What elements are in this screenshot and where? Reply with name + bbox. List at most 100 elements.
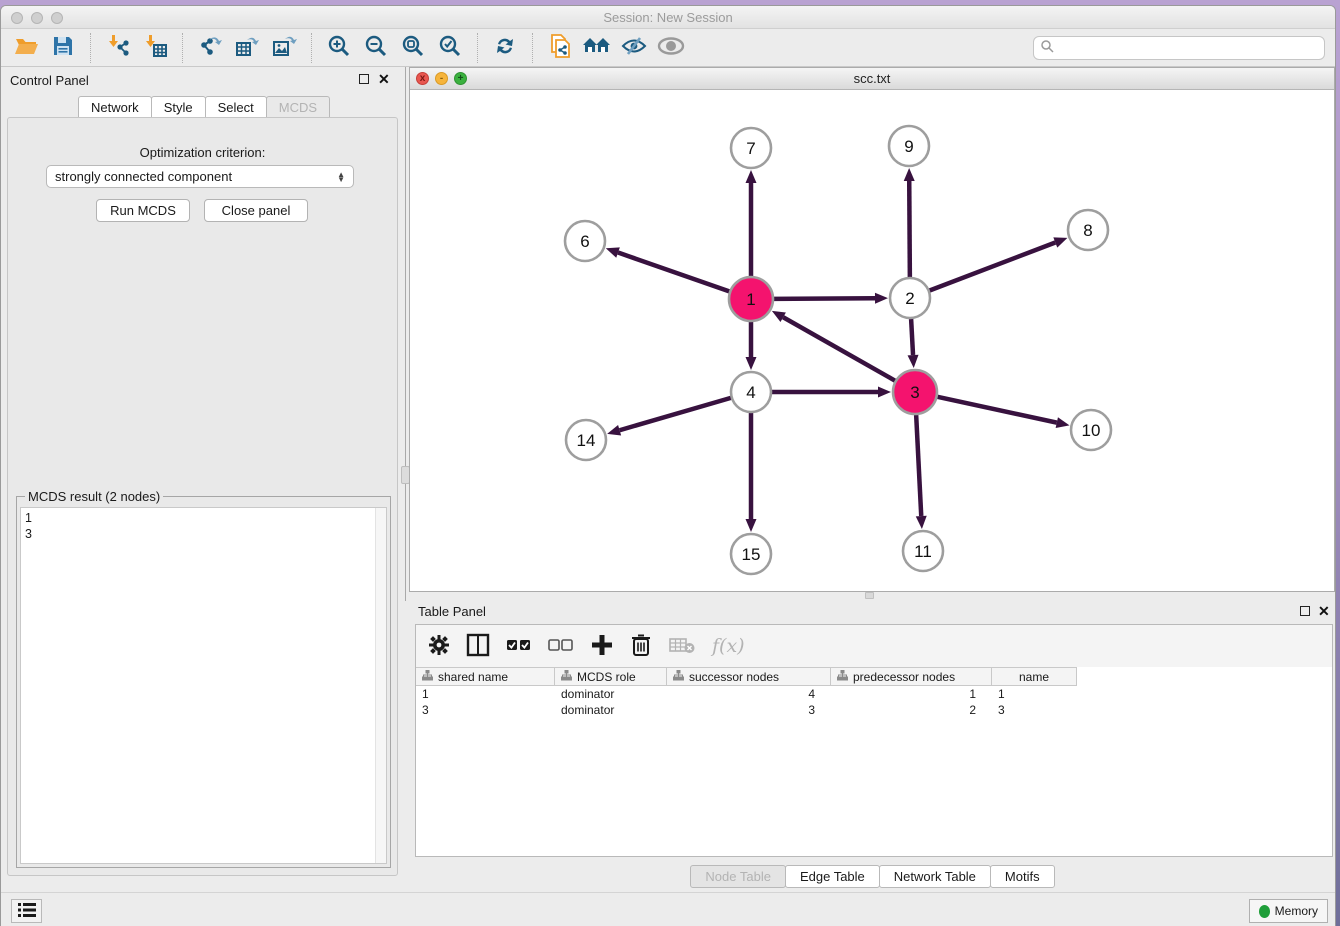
export-network-button[interactable] <box>195 33 225 63</box>
birds-eye-view-button[interactable] <box>656 33 686 63</box>
column-header-shared-name[interactable]: shared name <box>416 668 555 685</box>
tab-motifs[interactable]: Motifs <box>990 865 1055 888</box>
network-frame: x - + scc.txt 7968124314101511 <box>409 67 1335 592</box>
show-all-networks-button[interactable] <box>582 33 612 63</box>
toolbar-separator <box>477 33 478 63</box>
table-cell[interactable]: 1 <box>992 687 1077 703</box>
export-image-button[interactable] <box>269 33 299 63</box>
table-cell[interactable]: 3 <box>416 703 555 719</box>
tab-style[interactable]: Style <box>151 96 206 118</box>
zoom-selected-icon <box>437 33 463 62</box>
graph-node-label: 10 <box>1082 421 1101 440</box>
result-scrollbar[interactable] <box>375 508 386 863</box>
graph-node-label: 1 <box>746 290 755 309</box>
table-cell[interactable]: 1 <box>416 687 555 703</box>
table-cell[interactable]: 4 <box>667 687 831 703</box>
fit-content-button[interactable] <box>398 33 428 63</box>
deselect-all-rows-icon[interactable] <box>548 634 574 659</box>
houses-icon <box>582 33 612 62</box>
graph-node-label: 11 <box>914 542 932 561</box>
edge-2-9[interactable] <box>909 181 910 277</box>
open-folder-icon <box>13 33 39 62</box>
save-session-button[interactable] <box>48 33 78 63</box>
show-columns-icon[interactable] <box>466 633 490 660</box>
graph-node-label: 3 <box>910 383 919 402</box>
run-mcds-button[interactable]: Run MCDS <box>96 199 190 222</box>
table-row[interactable]: 3dominator323 <box>416 703 1332 719</box>
edge-arrowhead <box>606 247 620 257</box>
table-tabs: Node TableEdge TableNetwork TableMotifs <box>409 865 1336 888</box>
edge-arrowhead <box>746 170 757 183</box>
tab-network-table[interactable]: Network Table <box>879 865 991 888</box>
tab-node-table[interactable]: Node Table <box>690 865 786 888</box>
edge-2-8[interactable] <box>930 242 1056 290</box>
column-header-successor-nodes[interactable]: successor nodes <box>667 668 831 685</box>
edge-4-14[interactable] <box>620 398 731 430</box>
tab-select[interactable]: Select <box>205 96 267 118</box>
float-table-panel-icon[interactable] <box>1300 606 1310 616</box>
table-row[interactable]: 1dominator411 <box>416 687 1332 703</box>
import-network-button[interactable] <box>103 33 133 63</box>
close-panel-button[interactable]: Close panel <box>204 199 308 222</box>
duplicate-network-button[interactable] <box>545 33 575 63</box>
delete-table-icon <box>668 635 696 658</box>
panel-splitter[interactable] <box>405 67 406 601</box>
create-column-icon[interactable] <box>590 633 614 660</box>
edge-3-11[interactable] <box>916 415 921 516</box>
column-label: predecessor nodes <box>853 670 955 684</box>
zoom-out-icon <box>363 33 389 62</box>
edge-3-1[interactable] <box>783 317 895 380</box>
column-header-predecessor-nodes[interactable]: predecessor nodes <box>831 668 992 685</box>
column-header-name[interactable]: name <box>992 668 1077 685</box>
close-panel-icon[interactable]: ✕ <box>378 71 390 88</box>
network-canvas[interactable]: 7968124314101511 <box>410 90 1334 591</box>
network-graph[interactable]: 7968124314101511 <box>410 90 1334 591</box>
tab-network[interactable]: Network <box>78 96 152 118</box>
column-namespace-icon <box>837 670 848 684</box>
table-cell[interactable]: 1 <box>831 687 992 703</box>
criterion-select-value: strongly connected component <box>55 169 232 184</box>
edge-1-2[interactable] <box>774 298 875 299</box>
import-table-button[interactable] <box>140 33 170 63</box>
zoom-selected-button[interactable] <box>435 33 465 63</box>
table-mode-gear-icon[interactable] <box>428 634 450 659</box>
float-panel-icon[interactable] <box>359 74 369 84</box>
close-table-panel-icon[interactable]: ✕ <box>1318 603 1330 620</box>
memory-button[interactable]: Memory <box>1249 899 1328 923</box>
table-container: f(x) shared nameMCDS rolesuccessor nodes… <box>415 624 1333 857</box>
delete-columns-icon[interactable] <box>630 633 652 660</box>
table-cell[interactable]: dominator <box>555 687 667 703</box>
column-header-MCDS-role[interactable]: MCDS role <box>555 668 667 685</box>
memory-status-icon <box>1259 905 1270 918</box>
toolbar-separator <box>311 33 312 63</box>
import-network-icon <box>105 33 131 62</box>
table-cell[interactable]: 3 <box>992 703 1077 719</box>
refresh-button[interactable] <box>490 33 520 63</box>
select-all-rows-icon[interactable] <box>506 634 532 659</box>
main-toolbar <box>1 29 1335 67</box>
export-table-icon <box>234 33 260 62</box>
zoom-out-button[interactable] <box>361 33 391 63</box>
edge-2-3[interactable] <box>911 319 913 355</box>
export-table-button[interactable] <box>232 33 262 63</box>
table-cell[interactable]: dominator <box>555 703 667 719</box>
zoom-in-icon <box>326 33 352 62</box>
search-input[interactable] <box>1058 40 1318 55</box>
column-label: MCDS role <box>577 670 636 684</box>
edge-3-10[interactable] <box>937 397 1056 423</box>
edge-1-6[interactable] <box>618 253 729 292</box>
hide-graphics-details-button[interactable] <box>619 33 649 63</box>
zoom-in-button[interactable] <box>324 33 354 63</box>
search-icon <box>1040 39 1054 56</box>
table-panel-header: Table Panel ✕ <box>409 598 1336 622</box>
table-cell[interactable]: 2 <box>831 703 992 719</box>
edge-arrowhead <box>1056 417 1070 428</box>
table-cell[interactable]: 3 <box>667 703 831 719</box>
tab-edge-table[interactable]: Edge Table <box>785 865 880 888</box>
panel-menu-button[interactable] <box>11 899 42 923</box>
criterion-select[interactable]: strongly connected component ▲▼ <box>46 165 354 188</box>
edge-arrowhead <box>875 293 888 304</box>
open-session-button[interactable] <box>11 33 41 63</box>
mcds-result-list[interactable]: 13 <box>20 507 387 864</box>
tab-mcds[interactable]: MCDS <box>266 96 330 118</box>
